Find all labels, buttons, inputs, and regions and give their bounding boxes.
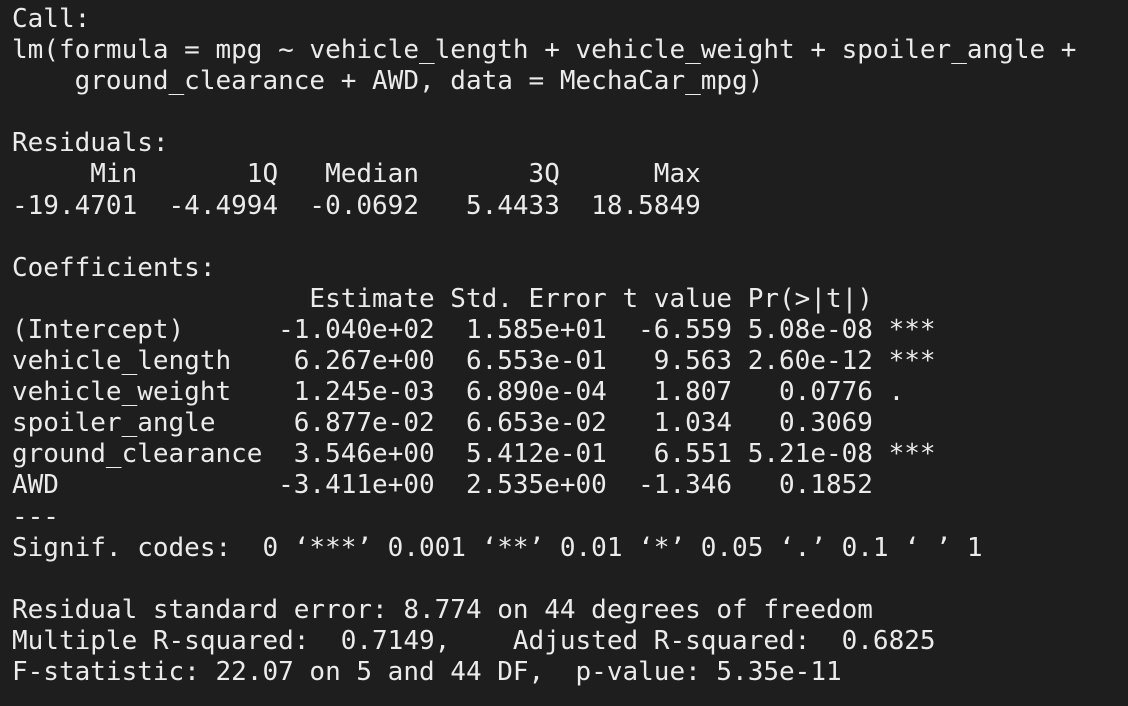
signif-codes: Signif. codes: 0 ‘***’ 0.001 ‘**’ 0.01 ‘… [12, 532, 983, 563]
r-console-output: Call: lm(formula = mpg ~ vehicle_length … [0, 0, 1128, 706]
coef-row-vehicle-weight: vehicle_weight 1.245e-03 6.890e-04 1.807… [12, 377, 936, 408]
residuals-labels: Min 1Q Median 3Q Max [12, 159, 717, 190]
separator: --- [12, 501, 59, 532]
coef-row-vehicle-length: vehicle_length 6.267e+00 6.553e-01 9.563… [12, 346, 936, 377]
residuals-header: Residuals: [12, 128, 169, 159]
r-squared-line: Multiple R-squared: 0.7149, Adjusted R-s… [12, 625, 952, 656]
residual-standard-error: Residual standard error: 8.774 on 44 deg… [12, 594, 873, 625]
coef-row-awd: AWD -3.411e+00 2.535e+00 -1.346 0.1852 [12, 470, 936, 501]
coef-row-ground-clearance: ground_clearance 3.546e+00 5.412e-01 6.5… [12, 439, 936, 470]
f-statistic-line: F-statistic: 22.07 on 5 and 44 DF, p-val… [12, 656, 842, 687]
coefficients-header: Coefficients: [12, 252, 216, 283]
call-formula-line-1: lm(formula = mpg ~ vehicle_length + vehi… [12, 35, 1077, 66]
coef-row-intercept: (Intercept) -1.040e+02 1.585e+01 -6.559 … [12, 314, 936, 345]
residuals-values: -19.4701 -4.4994 -0.0692 5.4433 18.5849 [12, 190, 717, 221]
call-formula-line-2: ground_clearance + AWD, data = MechaCar_… [12, 66, 764, 97]
coef-row-spoiler-angle: spoiler_angle 6.877e-02 6.653e-02 1.034 … [12, 408, 936, 439]
call-header: Call: [12, 4, 91, 34]
coefficients-table-header: Estimate Std. Error t value Pr(>|t|) [12, 283, 936, 314]
